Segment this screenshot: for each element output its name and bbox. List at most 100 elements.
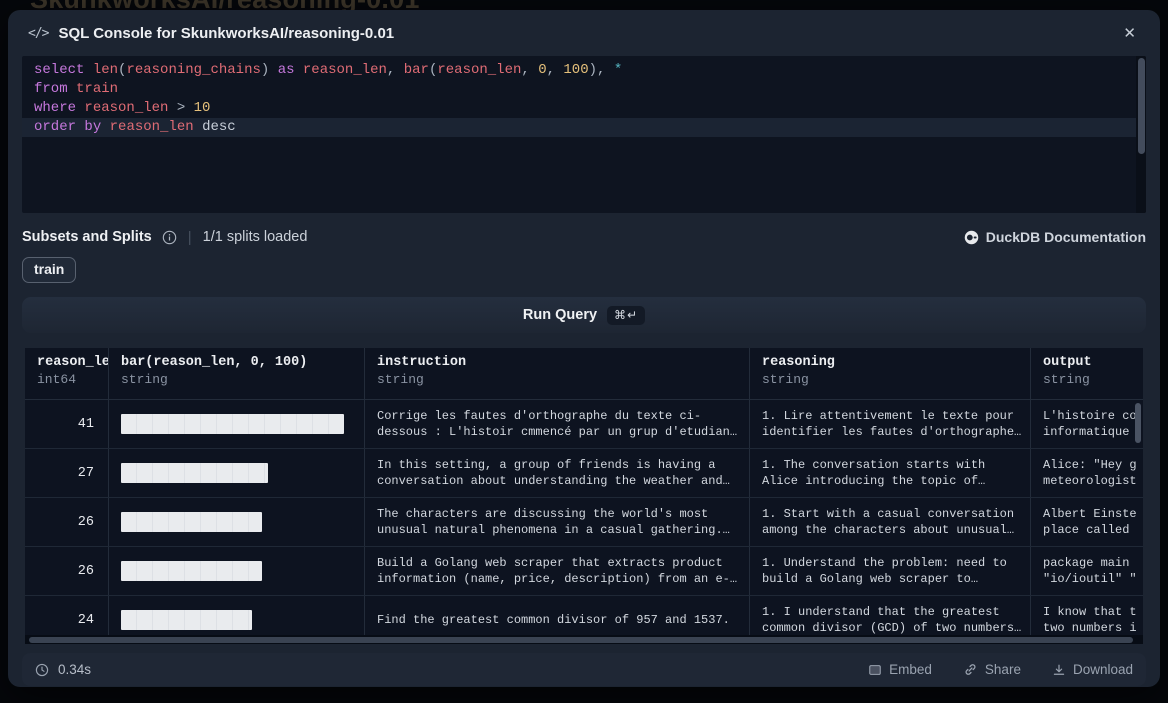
split-chip-train[interactable]: train xyxy=(22,257,76,283)
table-row[interactable]: 27In this setting, a group of friends is… xyxy=(25,449,1143,498)
results-table: reason_len int64 bar(reason_len, 0, 100) st… xyxy=(24,347,1144,645)
sql-console-modal: </> SQL Console for SkunkworksAI/reasoni… xyxy=(8,10,1160,687)
column-name: instruction xyxy=(377,355,737,370)
column-header-instruction[interactable]: instruction string xyxy=(365,348,750,399)
cell-output: L'histoire coinformatique xyxy=(1031,400,1143,448)
code-token xyxy=(185,100,193,116)
editor-scrollbar-thumb[interactable] xyxy=(1138,58,1145,154)
column-header-reasoning[interactable]: reasoningstring xyxy=(750,348,1031,399)
code-token: len xyxy=(93,62,118,78)
cell-line: conversation about understanding the wea… xyxy=(377,473,737,490)
column-header-bar-reason-len-0-100-[interactable]: bar(reason_len, 0, 100) string xyxy=(109,348,365,399)
cell-line: L'histoire co xyxy=(1043,408,1131,425)
cell-line: Alice introducing the topic of… xyxy=(762,473,1018,490)
code-token: reason_len xyxy=(84,100,168,116)
close-icon[interactable]: ✕ xyxy=(1117,22,1142,45)
embed-button[interactable]: Embed xyxy=(868,662,932,677)
column-name: reasoning xyxy=(762,355,1018,370)
cell-instruction: In this setting, a group of friends is h… xyxy=(365,449,750,497)
cell-line: 1. The conversation starts with xyxy=(762,457,1018,474)
cell-line: identifier les fautes d'orthographe… xyxy=(762,424,1018,441)
code-token: reasoning_chains xyxy=(126,62,260,78)
splits-row: Subsets and Splits | 1/1 splits loaded D… xyxy=(22,227,1146,247)
run-query-label: Run Query xyxy=(523,307,597,323)
cell-output: Albert Einsteplace called xyxy=(1031,498,1143,546)
sql-editor[interactable]: select len(reasoning_chains) as reason_l… xyxy=(22,56,1146,213)
download-icon xyxy=(1052,663,1066,677)
duckdb-link-label: DuckDB Documentation xyxy=(986,229,1146,245)
code-token: as xyxy=(278,62,295,78)
cell-line: Build a Golang web scraper that extracts… xyxy=(377,555,737,572)
column-type: string xyxy=(1043,372,1131,387)
bar-visualization xyxy=(121,561,262,581)
cell-bar xyxy=(109,547,365,595)
download-button[interactable]: Download xyxy=(1052,662,1133,677)
column-name: bar(reason_len, 0, 100) xyxy=(121,355,352,370)
bar-visualization xyxy=(121,512,262,532)
share-button[interactable]: Share xyxy=(963,662,1021,677)
column-type: int64 xyxy=(37,372,96,387)
duckdb-documentation-link[interactable]: DuckDB Documentation xyxy=(964,229,1146,245)
code-token: , xyxy=(547,62,564,78)
cell-line: dessous : L'histoir cmmencé par un grup … xyxy=(377,424,737,441)
cell-line: 1. Start with a casual conversation xyxy=(762,506,1018,523)
modal-title: SQL Console for SkunkworksAI/reasoning-0… xyxy=(58,25,1107,42)
code-token: order xyxy=(34,119,76,135)
code-line: where reason_len > 10 xyxy=(22,99,1146,118)
code-token: bar xyxy=(404,62,429,78)
cell-line: In this setting, a group of friends is h… xyxy=(377,457,737,474)
splits-status: 1/1 splits loaded xyxy=(203,229,308,245)
run-query-button[interactable]: Run Query ⌘↵ xyxy=(22,297,1146,333)
cell-reason-len: 26 xyxy=(25,498,109,546)
cell-line: Albert Einste xyxy=(1043,506,1131,523)
code-token: * xyxy=(614,62,622,78)
column-type: string xyxy=(377,372,737,387)
cell-line: build a Golang web scraper to… xyxy=(762,571,1018,588)
cell-reasoning: 1. The conversation starts withAlice int… xyxy=(750,449,1031,497)
code-token: by xyxy=(84,119,101,135)
cell-line: among the characters about unusual… xyxy=(762,522,1018,539)
cell-reason-len: 26 xyxy=(25,547,109,595)
table-horizontal-scrollbar-thumb[interactable] xyxy=(29,637,1133,643)
code-token: reason_len xyxy=(303,62,387,78)
splits-title: Subsets and Splits xyxy=(22,229,152,245)
column-header-output[interactable]: outputstring xyxy=(1031,348,1143,399)
embed-icon xyxy=(868,663,882,677)
bar-visualization xyxy=(121,610,252,630)
table-vertical-scrollbar-thumb[interactable] xyxy=(1135,403,1141,443)
table-row[interactable]: 41Corrige les fautes d'orthographe du te… xyxy=(25,400,1143,449)
table-row[interactable]: 26 Build a Golang web scraper that extrac… xyxy=(25,547,1143,596)
table-header-row: reason_len int64 bar(reason_len, 0, 100) st… xyxy=(25,348,1143,400)
cell-line: 1. Understand the problem: need to xyxy=(762,555,1018,572)
code-token xyxy=(605,62,613,78)
column-header-reason-len[interactable]: reason_len int64 xyxy=(25,348,109,399)
cell-line: information (name, price, description) f… xyxy=(377,571,737,588)
column-type: string xyxy=(121,372,352,387)
query-duration: 0.34s xyxy=(58,662,91,677)
code-icon: </> xyxy=(28,26,48,41)
code-token: reason_len xyxy=(110,119,194,135)
cell-line: unusual natural phenomena in a casual ga… xyxy=(377,522,737,539)
cell-instruction: The characters are discussing the world'… xyxy=(365,498,750,546)
sql-editor-lines: select len(reasoning_chains) as reason_l… xyxy=(22,56,1146,137)
code-token: desc xyxy=(202,119,236,135)
cell-instruction: Corrige les fautes d'orthographe du text… xyxy=(365,400,750,448)
cell-line: "io/ioutil" " xyxy=(1043,571,1131,588)
code-token: where xyxy=(34,100,76,116)
modal-header: </> SQL Console for SkunkworksAI/reasoni… xyxy=(8,10,1160,56)
cell-reasoning: 1. Start with a casual conversationamong… xyxy=(750,498,1031,546)
column-name: reason_len xyxy=(37,355,96,370)
table-body: 41Corrige les fautes d'orthographe du te… xyxy=(25,400,1143,645)
link-icon xyxy=(963,662,978,677)
cell-bar xyxy=(109,400,365,448)
code-token: , xyxy=(387,62,404,78)
cell-bar xyxy=(109,498,365,546)
table-row[interactable]: 26 The characters are discussing the worl… xyxy=(25,498,1143,547)
embed-label: Embed xyxy=(889,662,932,677)
info-icon[interactable] xyxy=(162,230,177,245)
code-token: 0 xyxy=(538,62,546,78)
code-token: select xyxy=(34,62,84,78)
code-line: from train xyxy=(22,80,1146,99)
cell-output: Alice: "Hey gmeteorologist xyxy=(1031,449,1143,497)
cell-line: 1. Lire attentivement le texte pour xyxy=(762,408,1018,425)
